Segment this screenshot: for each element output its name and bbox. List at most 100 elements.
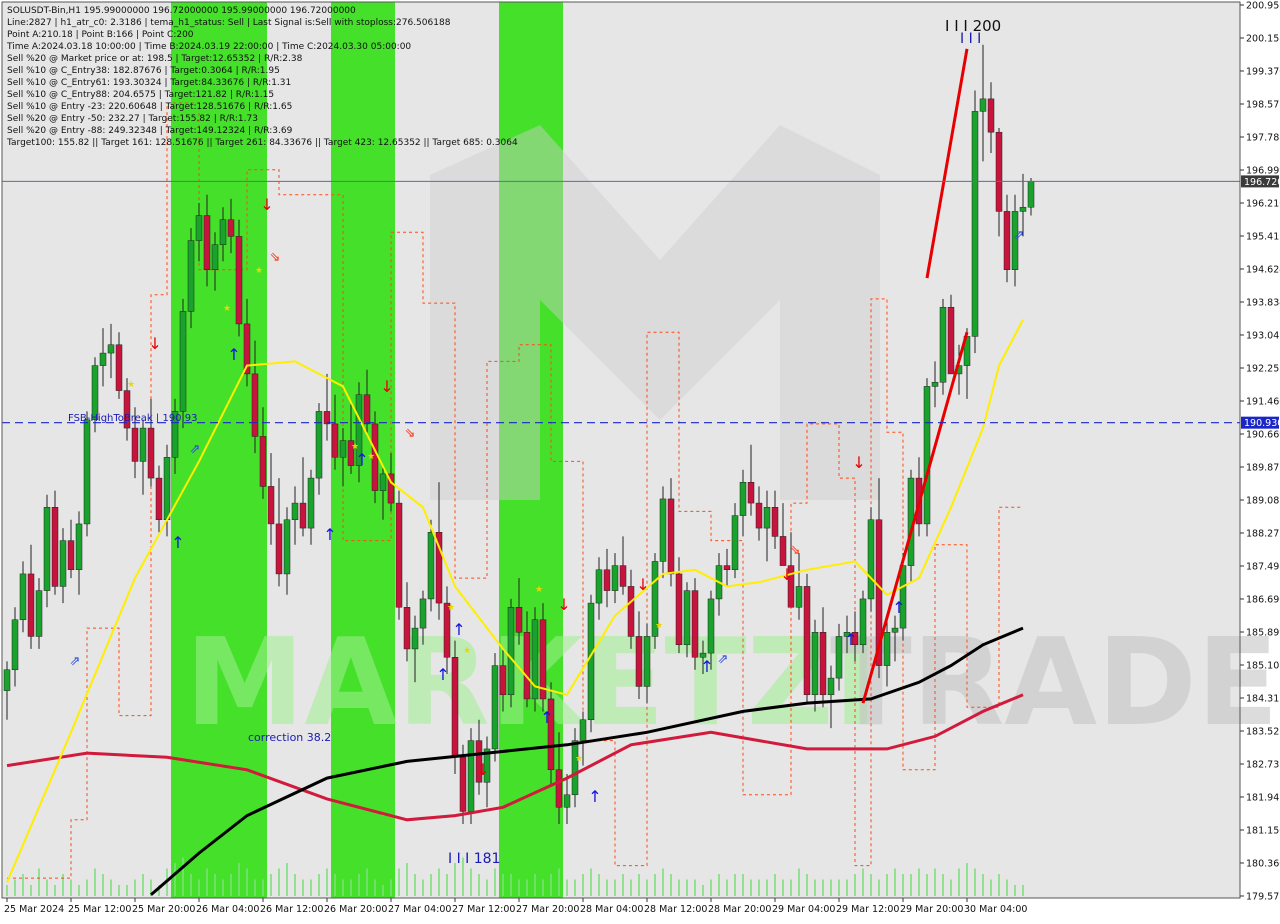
hollow-down-arrow-icon: ⇘ <box>405 426 416 441</box>
bull-candle <box>563 794 571 808</box>
volume-bar <box>846 879 848 896</box>
volume-bar <box>670 874 672 896</box>
volume-bar <box>310 879 312 896</box>
volume-bar <box>990 879 992 896</box>
volume-bar <box>558 868 560 896</box>
bear-candle <box>755 502 763 529</box>
volume-bar <box>374 879 376 896</box>
volume-bar <box>78 885 80 896</box>
volume-bar <box>574 879 576 896</box>
volume-bar <box>678 879 680 896</box>
x-tick-label: 27 Mar 04:00 <box>388 904 451 915</box>
volume-bar <box>982 874 984 896</box>
volume-bar <box>398 868 400 896</box>
bull-candle <box>939 306 947 383</box>
fsb-label: FSB-HighToBreak | 190.93 <box>68 413 197 424</box>
y-tick-label: 193.834 <box>1246 298 1280 309</box>
bull-candle <box>379 473 387 491</box>
bull-candle <box>883 632 891 666</box>
volume-bar <box>726 879 728 896</box>
info-line: Sell %10 @ C_Entry61: 193.30324 | Target… <box>7 78 291 88</box>
y-tick-label: 195.415 <box>1246 232 1280 243</box>
y-tick-label: 189.085 <box>1246 496 1280 507</box>
volume-bar <box>470 868 472 896</box>
volume-bar <box>942 874 944 896</box>
bear-candle <box>675 573 683 646</box>
bear-candle <box>459 757 467 812</box>
volume-bar <box>510 874 512 896</box>
volume-bar <box>190 874 192 896</box>
volume-bar <box>326 868 328 896</box>
bear-candle <box>451 657 459 758</box>
time-axis[interactable]: 25 Mar 2024 25 Mar 12:00 25 Mar 20:00 26 Ma… <box>4 898 1027 915</box>
volume-bar <box>6 885 8 896</box>
bear-candle <box>771 507 779 537</box>
volume-bar <box>518 879 520 896</box>
volume-bar <box>894 868 896 896</box>
bull-candle <box>739 482 747 516</box>
bull-candle <box>571 740 579 796</box>
bull-candle <box>219 219 227 245</box>
volume-bar <box>390 879 392 896</box>
y-tick-label: 192.253 <box>1246 364 1280 375</box>
hollow-down-arrow-icon: ⇘ <box>270 250 281 265</box>
volume-bar <box>566 879 568 896</box>
bull-candle <box>291 502 299 521</box>
volume-bar <box>182 857 184 896</box>
y-tick-label: 200.158 <box>1246 34 1280 45</box>
buy-arrow-icon: ↑ <box>436 665 449 684</box>
bear-candle <box>395 502 403 608</box>
x-tick-label: 29 Mar 04:00 <box>772 904 835 915</box>
y-tick-label: 197.788 <box>1246 133 1280 144</box>
volume-bar <box>30 885 32 896</box>
volume-bar <box>222 879 224 896</box>
bear-candle <box>803 586 811 696</box>
bull-candle <box>99 352 107 366</box>
bear-candle <box>251 373 259 437</box>
volume-bar <box>302 879 304 896</box>
volume-bar <box>614 879 616 896</box>
bear-candle <box>147 427 155 479</box>
bull-candle <box>891 627 899 633</box>
bear-candle <box>267 486 275 525</box>
volume-bar <box>782 879 784 896</box>
x-tick-label: 27 Mar 12:00 <box>452 904 515 915</box>
volume-bar <box>342 879 344 896</box>
y-tick-label: 189.876 <box>1246 463 1280 474</box>
bull-candle <box>195 215 203 241</box>
volume-bar <box>798 868 800 896</box>
y-tick-label: 181.941 <box>1246 793 1280 804</box>
bull-candle <box>827 677 835 696</box>
bear-candle <box>691 590 699 658</box>
volume-bar <box>606 879 608 896</box>
bull-candle <box>763 507 771 529</box>
volume-bar <box>886 874 888 896</box>
correction-label: correction 38.2 <box>248 731 331 744</box>
bull-candle <box>283 519 291 575</box>
sell-arrow-icon: ↓ <box>557 595 570 614</box>
volume-bar <box>366 868 368 896</box>
bear-candle <box>619 565 627 587</box>
buy-arrow-icon: ↑ <box>540 708 553 727</box>
bear-candle <box>115 344 123 391</box>
star-marker-icon: ★ <box>351 442 359 452</box>
price-axis[interactable]: 200.953 200.158 199.370 198.575 197.788 196.9… <box>1240 1 1280 903</box>
bull-candle <box>83 419 91 525</box>
volume-bar <box>734 874 736 896</box>
bull-candle <box>43 507 51 591</box>
volume-bar <box>334 874 336 896</box>
y-tick-label: 185.899 <box>1246 628 1280 639</box>
buy-arrow-icon: ↑ <box>323 525 336 544</box>
y-tick-label: 199.370 <box>1246 67 1280 78</box>
x-tick-label: 28 Mar 04:00 <box>580 904 643 915</box>
bear-candle <box>259 436 267 487</box>
bear-candle <box>995 131 1003 212</box>
price-chart[interactable]: MARKETZI TRADE ↓ ↓ ↓ ↓ ↓ ↓ ↓ ↓ ↑ ↑ ↑ ↑ ↑… <box>0 0 1280 920</box>
bull-candle <box>91 365 99 420</box>
bear-candle <box>155 477 163 521</box>
volume-bar <box>174 863 176 896</box>
volume-bar <box>62 874 64 896</box>
info-line: Sell %20 @ Entry -88: 249.32348 | Target… <box>7 126 293 136</box>
buy-arrow-icon: ↑ <box>700 657 713 676</box>
bull-candle <box>859 598 867 646</box>
